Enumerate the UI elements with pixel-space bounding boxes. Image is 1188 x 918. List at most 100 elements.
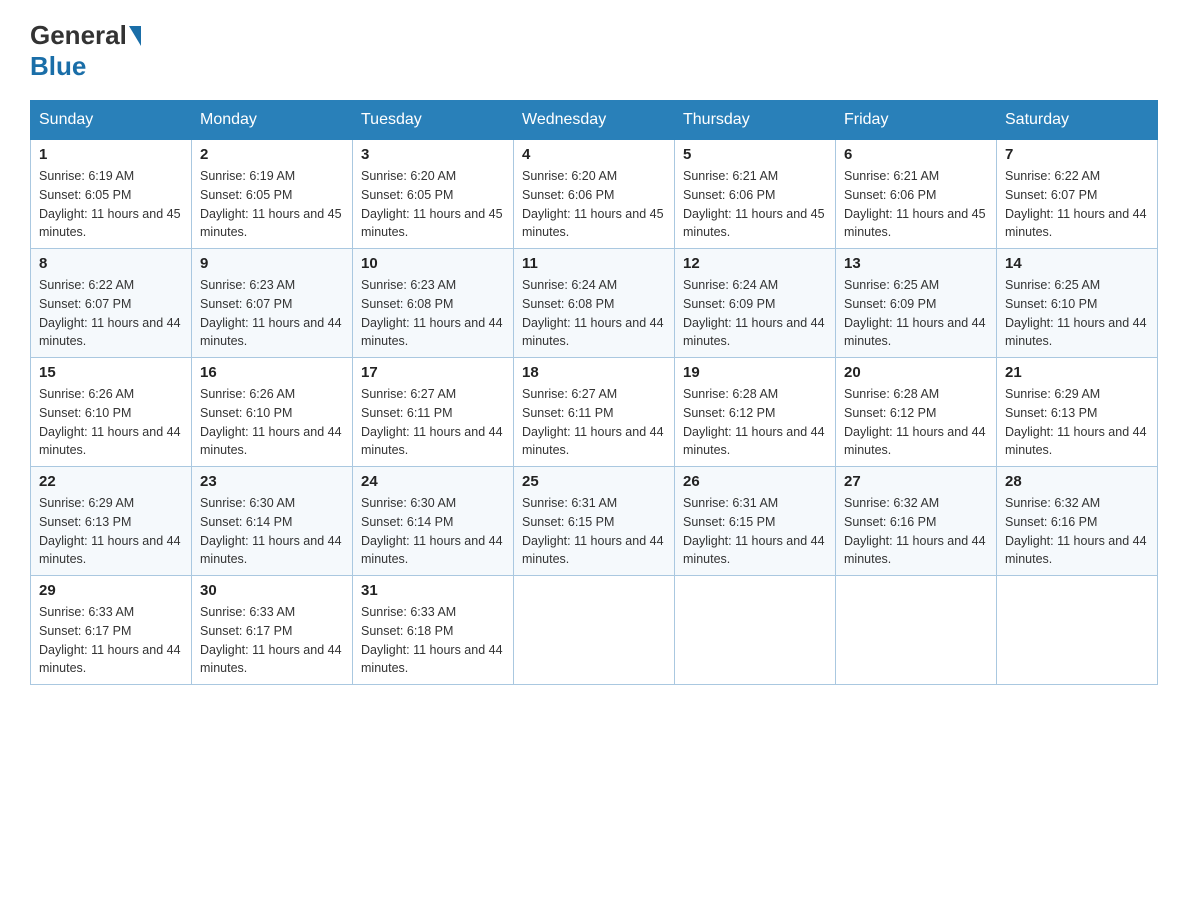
header-saturday: Saturday (997, 101, 1158, 140)
logo-general-text: General (30, 20, 127, 51)
logo: General Blue (30, 20, 143, 82)
day-info: Sunrise: 6:24 AMSunset: 6:09 PMDaylight:… (683, 276, 827, 351)
calendar-week-3: 15 Sunrise: 6:26 AMSunset: 6:10 PMDaylig… (31, 358, 1158, 467)
day-number: 30 (200, 582, 344, 599)
calendar-cell: 1 Sunrise: 6:19 AMSunset: 6:05 PMDayligh… (31, 140, 192, 249)
day-number: 28 (1005, 473, 1149, 490)
day-info: Sunrise: 6:27 AMSunset: 6:11 PMDaylight:… (522, 385, 666, 460)
calendar-cell: 27 Sunrise: 6:32 AMSunset: 6:16 PMDaylig… (836, 467, 997, 576)
calendar-table: SundayMondayTuesdayWednesdayThursdayFrid… (30, 100, 1158, 685)
calendar-cell: 15 Sunrise: 6:26 AMSunset: 6:10 PMDaylig… (31, 358, 192, 467)
day-number: 16 (200, 364, 344, 381)
calendar-cell: 9 Sunrise: 6:23 AMSunset: 6:07 PMDayligh… (192, 249, 353, 358)
day-info: Sunrise: 6:31 AMSunset: 6:15 PMDaylight:… (522, 494, 666, 569)
day-info: Sunrise: 6:28 AMSunset: 6:12 PMDaylight:… (844, 385, 988, 460)
page-header: General Blue (30, 20, 1158, 82)
day-number: 22 (39, 473, 183, 490)
day-info: Sunrise: 6:29 AMSunset: 6:13 PMDaylight:… (1005, 385, 1149, 460)
day-number: 26 (683, 473, 827, 490)
day-number: 2 (200, 146, 344, 163)
calendar-cell: 23 Sunrise: 6:30 AMSunset: 6:14 PMDaylig… (192, 467, 353, 576)
day-number: 27 (844, 473, 988, 490)
day-number: 4 (522, 146, 666, 163)
calendar-cell: 3 Sunrise: 6:20 AMSunset: 6:05 PMDayligh… (353, 140, 514, 249)
day-number: 31 (361, 582, 505, 599)
header-monday: Monday (192, 101, 353, 140)
day-number: 14 (1005, 255, 1149, 272)
day-info: Sunrise: 6:23 AMSunset: 6:08 PMDaylight:… (361, 276, 505, 351)
calendar-cell: 19 Sunrise: 6:28 AMSunset: 6:12 PMDaylig… (675, 358, 836, 467)
header-sunday: Sunday (31, 101, 192, 140)
day-number: 3 (361, 146, 505, 163)
day-number: 25 (522, 473, 666, 490)
day-info: Sunrise: 6:31 AMSunset: 6:15 PMDaylight:… (683, 494, 827, 569)
day-info: Sunrise: 6:28 AMSunset: 6:12 PMDaylight:… (683, 385, 827, 460)
calendar-cell (675, 576, 836, 685)
calendar-cell: 12 Sunrise: 6:24 AMSunset: 6:09 PMDaylig… (675, 249, 836, 358)
day-info: Sunrise: 6:33 AMSunset: 6:17 PMDaylight:… (200, 603, 344, 678)
day-number: 1 (39, 146, 183, 163)
calendar-cell: 25 Sunrise: 6:31 AMSunset: 6:15 PMDaylig… (514, 467, 675, 576)
calendar-cell: 7 Sunrise: 6:22 AMSunset: 6:07 PMDayligh… (997, 140, 1158, 249)
calendar-cell: 5 Sunrise: 6:21 AMSunset: 6:06 PMDayligh… (675, 140, 836, 249)
calendar-cell: 13 Sunrise: 6:25 AMSunset: 6:09 PMDaylig… (836, 249, 997, 358)
calendar-week-5: 29 Sunrise: 6:33 AMSunset: 6:17 PMDaylig… (31, 576, 1158, 685)
calendar-cell: 28 Sunrise: 6:32 AMSunset: 6:16 PMDaylig… (997, 467, 1158, 576)
day-number: 18 (522, 364, 666, 381)
day-number: 10 (361, 255, 505, 272)
day-number: 7 (1005, 146, 1149, 163)
day-info: Sunrise: 6:19 AMSunset: 6:05 PMDaylight:… (39, 167, 183, 242)
day-info: Sunrise: 6:19 AMSunset: 6:05 PMDaylight:… (200, 167, 344, 242)
day-info: Sunrise: 6:26 AMSunset: 6:10 PMDaylight:… (39, 385, 183, 460)
day-number: 12 (683, 255, 827, 272)
calendar-cell: 4 Sunrise: 6:20 AMSunset: 6:06 PMDayligh… (514, 140, 675, 249)
logo-triangle-icon (129, 26, 141, 46)
calendar-cell: 21 Sunrise: 6:29 AMSunset: 6:13 PMDaylig… (997, 358, 1158, 467)
day-info: Sunrise: 6:23 AMSunset: 6:07 PMDaylight:… (200, 276, 344, 351)
calendar-cell: 14 Sunrise: 6:25 AMSunset: 6:10 PMDaylig… (997, 249, 1158, 358)
day-info: Sunrise: 6:33 AMSunset: 6:17 PMDaylight:… (39, 603, 183, 678)
day-info: Sunrise: 6:33 AMSunset: 6:18 PMDaylight:… (361, 603, 505, 678)
day-info: Sunrise: 6:24 AMSunset: 6:08 PMDaylight:… (522, 276, 666, 351)
day-info: Sunrise: 6:21 AMSunset: 6:06 PMDaylight:… (683, 167, 827, 242)
day-number: 8 (39, 255, 183, 272)
calendar-week-1: 1 Sunrise: 6:19 AMSunset: 6:05 PMDayligh… (31, 140, 1158, 249)
calendar-cell: 29 Sunrise: 6:33 AMSunset: 6:17 PMDaylig… (31, 576, 192, 685)
calendar-cell: 6 Sunrise: 6:21 AMSunset: 6:06 PMDayligh… (836, 140, 997, 249)
calendar-cell: 31 Sunrise: 6:33 AMSunset: 6:18 PMDaylig… (353, 576, 514, 685)
day-info: Sunrise: 6:30 AMSunset: 6:14 PMDaylight:… (200, 494, 344, 569)
day-number: 5 (683, 146, 827, 163)
day-number: 6 (844, 146, 988, 163)
day-number: 21 (1005, 364, 1149, 381)
day-info: Sunrise: 6:25 AMSunset: 6:09 PMDaylight:… (844, 276, 988, 351)
day-number: 11 (522, 255, 666, 272)
day-number: 13 (844, 255, 988, 272)
calendar-cell: 30 Sunrise: 6:33 AMSunset: 6:17 PMDaylig… (192, 576, 353, 685)
day-number: 9 (200, 255, 344, 272)
calendar-cell: 20 Sunrise: 6:28 AMSunset: 6:12 PMDaylig… (836, 358, 997, 467)
day-number: 19 (683, 364, 827, 381)
day-info: Sunrise: 6:32 AMSunset: 6:16 PMDaylight:… (1005, 494, 1149, 569)
calendar-cell: 22 Sunrise: 6:29 AMSunset: 6:13 PMDaylig… (31, 467, 192, 576)
calendar-cell: 17 Sunrise: 6:27 AMSunset: 6:11 PMDaylig… (353, 358, 514, 467)
calendar-cell (836, 576, 997, 685)
calendar-cell: 8 Sunrise: 6:22 AMSunset: 6:07 PMDayligh… (31, 249, 192, 358)
day-info: Sunrise: 6:20 AMSunset: 6:06 PMDaylight:… (522, 167, 666, 242)
day-number: 20 (844, 364, 988, 381)
day-info: Sunrise: 6:30 AMSunset: 6:14 PMDaylight:… (361, 494, 505, 569)
day-number: 23 (200, 473, 344, 490)
header-friday: Friday (836, 101, 997, 140)
day-number: 24 (361, 473, 505, 490)
day-number: 15 (39, 364, 183, 381)
day-info: Sunrise: 6:26 AMSunset: 6:10 PMDaylight:… (200, 385, 344, 460)
day-info: Sunrise: 6:29 AMSunset: 6:13 PMDaylight:… (39, 494, 183, 569)
calendar-cell: 18 Sunrise: 6:27 AMSunset: 6:11 PMDaylig… (514, 358, 675, 467)
day-info: Sunrise: 6:21 AMSunset: 6:06 PMDaylight:… (844, 167, 988, 242)
calendar-cell (514, 576, 675, 685)
calendar-header-row: SundayMondayTuesdayWednesdayThursdayFrid… (31, 101, 1158, 140)
day-info: Sunrise: 6:22 AMSunset: 6:07 PMDaylight:… (39, 276, 183, 351)
day-info: Sunrise: 6:22 AMSunset: 6:07 PMDaylight:… (1005, 167, 1149, 242)
calendar-cell: 2 Sunrise: 6:19 AMSunset: 6:05 PMDayligh… (192, 140, 353, 249)
day-number: 17 (361, 364, 505, 381)
day-info: Sunrise: 6:25 AMSunset: 6:10 PMDaylight:… (1005, 276, 1149, 351)
